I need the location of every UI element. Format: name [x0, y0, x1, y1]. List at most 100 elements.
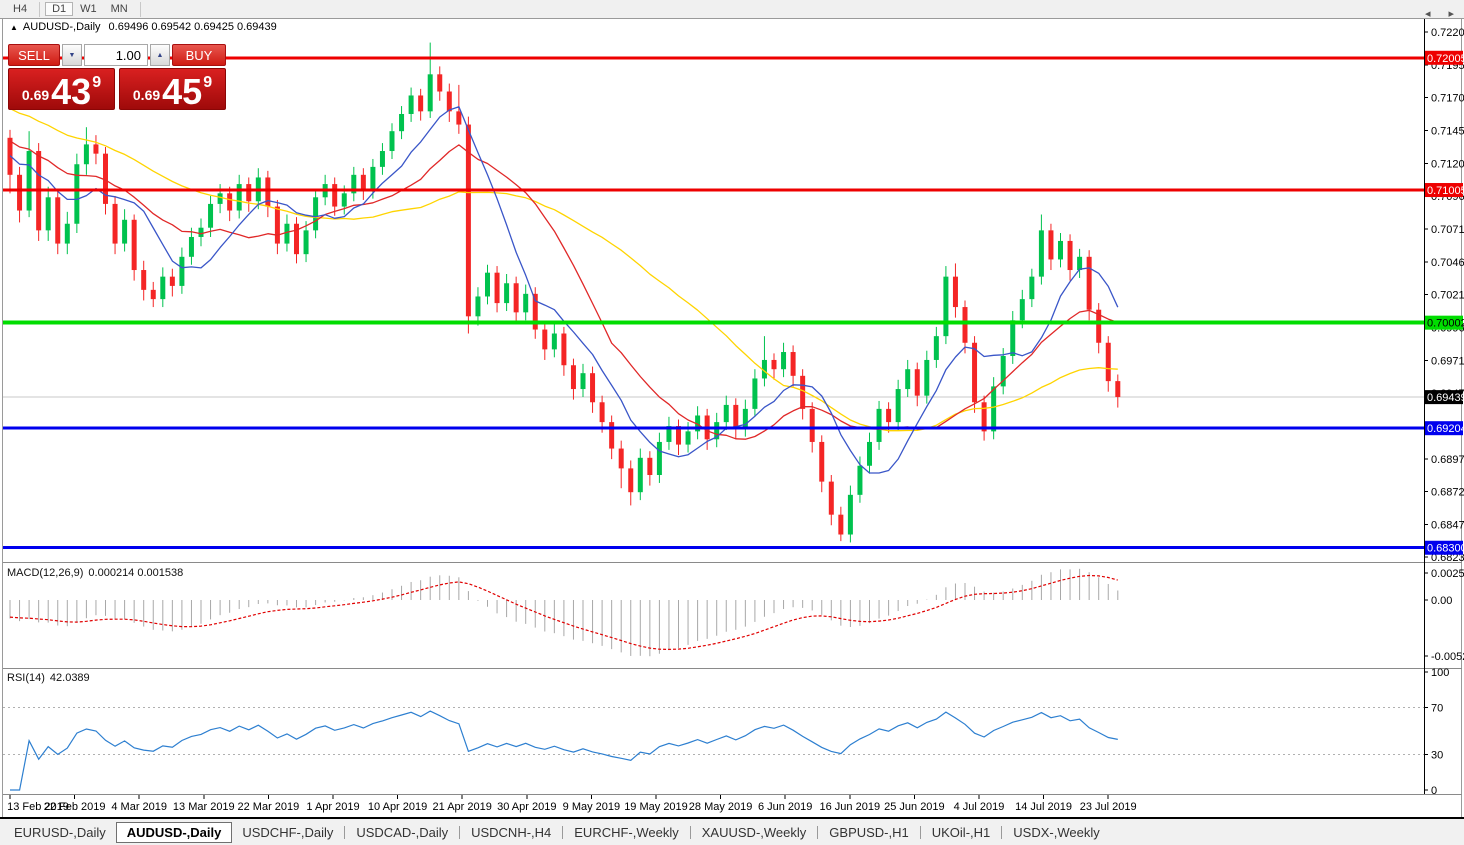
toolbar-separator — [39, 2, 40, 17]
macd-name: MACD(12,26,9) — [7, 567, 83, 579]
svg-text:100: 100 — [1431, 667, 1449, 679]
svg-text:0.70710: 0.70710 — [1431, 224, 1464, 236]
svg-text:21 Apr 2019: 21 Apr 2019 — [433, 801, 492, 813]
tab-separator — [817, 826, 818, 839]
svg-text:1 Apr 2019: 1 Apr 2019 — [306, 801, 359, 813]
chart-title: ▲ AUDUSD-,Daily 0.69496 0.69542 0.69425 0.… — [10, 21, 277, 33]
svg-text:22 Feb 2019: 22 Feb 2019 — [44, 801, 106, 813]
svg-text:6 Jun 2019: 6 Jun 2019 — [758, 801, 812, 813]
svg-text:22 Mar 2019: 22 Mar 2019 — [238, 801, 300, 813]
chart-tab-bar: EURUSD-,DailyAUDUSD-,DailyUSDCHF-,DailyU… — [0, 819, 1464, 845]
svg-text:0.68725: 0.68725 — [1431, 487, 1464, 499]
volume-input[interactable]: 1.00 — [84, 44, 148, 66]
price-chart-canvas[interactable]: 0.722000.719500.717050.714550.712050.709… — [0, 0, 1464, 845]
svg-text:14 Jul 2019: 14 Jul 2019 — [1015, 801, 1072, 813]
svg-text:0: 0 — [1431, 785, 1437, 797]
svg-text:0.71455: 0.71455 — [1431, 126, 1464, 138]
tab-usdcad-daily[interactable]: USDCAD-,Daily — [346, 822, 458, 843]
svg-text:-0.005234: -0.005234 — [1431, 651, 1464, 663]
sell-price-base: 0.69 — [22, 87, 49, 103]
buy-button[interactable]: BUY — [172, 44, 226, 66]
svg-text:28 May 2019: 28 May 2019 — [689, 801, 753, 813]
trade-order-row: SELL ▼ 1.00 ▲ BUY — [8, 44, 226, 66]
chevron-down-icon: ▼ — [69, 52, 76, 59]
svg-text:0.69439: 0.69439 — [1427, 392, 1464, 404]
tab-separator — [690, 826, 691, 839]
tab-ukoil-h1[interactable]: UKOil-,H1 — [922, 822, 1001, 843]
macd-values: 0.000214 0.001538 — [88, 567, 183, 579]
svg-text:10 Apr 2019: 10 Apr 2019 — [368, 801, 427, 813]
symbol-period-label: AUDUSD-,Daily — [23, 21, 101, 33]
tab-eurchf-weekly[interactable]: EURCHF-,Weekly — [564, 822, 689, 843]
svg-text:0.68475: 0.68475 — [1431, 520, 1464, 532]
tab-separator — [459, 826, 460, 839]
tab-separator — [920, 826, 921, 839]
svg-text:0.70215: 0.70215 — [1431, 289, 1464, 301]
timeframe-button-d1[interactable]: D1 — [45, 2, 73, 16]
timeframe-button-mn[interactable]: MN — [104, 2, 135, 16]
ohlc-values: 0.69496 0.69542 0.69425 0.69439 — [109, 21, 277, 33]
svg-text:30 Apr 2019: 30 Apr 2019 — [497, 801, 556, 813]
chevron-up-icon: ▲ — [157, 52, 164, 59]
buy-price-base: 0.69 — [133, 87, 160, 103]
chart-tabs: EURUSD-,DailyAUDUSD-,DailyUSDCHF-,DailyU… — [4, 822, 1110, 843]
rsi-indicator-label: RSI(14) 42.0389 — [7, 672, 90, 684]
sell-price-pips: 43 — [51, 77, 91, 107]
scroll-left-icon[interactable]: ◂ — [1425, 7, 1431, 20]
tab-xauusd-weekly[interactable]: XAUUSD-,Weekly — [692, 822, 817, 843]
svg-text:0.68300: 0.68300 — [1427, 543, 1464, 555]
tab-usdcnh-h4[interactable]: USDCNH-,H4 — [461, 822, 561, 843]
timeframe-toolbar: H4 D1W1MN — [0, 0, 1464, 18]
timeframe-button-w1[interactable]: W1 — [73, 2, 104, 16]
svg-text:0.71005: 0.71005 — [1427, 185, 1464, 197]
svg-text:23 Jul 2019: 23 Jul 2019 — [1080, 801, 1137, 813]
svg-text:0.71705: 0.71705 — [1431, 92, 1464, 104]
tab-separator — [344, 826, 345, 839]
buy-price-tile[interactable]: 0.69 45 9 — [119, 68, 226, 110]
tab-separator — [1001, 826, 1002, 839]
svg-text:13 Mar 2019: 13 Mar 2019 — [173, 801, 235, 813]
sell-price-tile[interactable]: 0.69 43 9 — [8, 68, 115, 110]
svg-text:70: 70 — [1431, 702, 1443, 714]
svg-text:9 May 2019: 9 May 2019 — [563, 801, 620, 813]
tab-separator — [562, 826, 563, 839]
svg-text:0.00: 0.00 — [1431, 595, 1452, 607]
buy-price-point: 9 — [203, 74, 212, 92]
macd-indicator-label: MACD(12,26,9) 0.000214 0.001538 — [7, 567, 183, 579]
timeframe-buttons: H4 D1W1MN — [6, 2, 146, 17]
svg-text:16 Jun 2019: 16 Jun 2019 — [820, 801, 881, 813]
one-click-trading-widget: SELL ▼ 1.00 ▲ BUY 0.69 43 9 0.69 45 9 — [8, 44, 226, 110]
tab-scroll-arrows: ◂ ▸ — [1425, 7, 1454, 20]
svg-text:30: 30 — [1431, 750, 1443, 762]
rsi-value: 42.0389 — [50, 672, 90, 684]
svg-text:25 Jun 2019: 25 Jun 2019 — [884, 801, 945, 813]
tab-eurusd-daily[interactable]: EURUSD-,Daily — [4, 822, 116, 843]
sell-price-point: 9 — [92, 74, 101, 92]
timeframe-button-h4[interactable]: H4 — [6, 2, 34, 16]
tab-usdchf-daily[interactable]: USDCHF-,Daily — [232, 822, 343, 843]
svg-text:0.72005: 0.72005 — [1427, 53, 1464, 65]
volume-increase-button[interactable]: ▲ — [150, 44, 170, 66]
sell-button[interactable]: SELL — [8, 44, 60, 66]
volume-decrease-button[interactable]: ▼ — [62, 44, 82, 66]
tab-audusd-daily[interactable]: AUDUSD-,Daily — [116, 822, 233, 843]
svg-text:0.69204: 0.69204 — [1427, 423, 1464, 435]
svg-text:0.002522: 0.002522 — [1431, 568, 1464, 580]
svg-text:4 Mar 2019: 4 Mar 2019 — [111, 801, 167, 813]
collapse-triangle-icon[interactable]: ▲ — [10, 23, 18, 32]
tab-gbpusd-h1[interactable]: GBPUSD-,H1 — [819, 822, 918, 843]
svg-text:0.71205: 0.71205 — [1431, 159, 1464, 171]
tab-usdx-weekly[interactable]: USDX-,Weekly — [1003, 822, 1109, 843]
scroll-right-icon[interactable]: ▸ — [1448, 7, 1454, 20]
toolbar-separator — [140, 2, 141, 17]
svg-text:0.70002: 0.70002 — [1427, 318, 1464, 330]
svg-text:0.72200: 0.72200 — [1431, 27, 1464, 39]
rsi-name: RSI(14) — [7, 672, 45, 684]
svg-text:0.70460: 0.70460 — [1431, 257, 1464, 269]
svg-text:4 Jul 2019: 4 Jul 2019 — [954, 801, 1005, 813]
trade-price-tiles: 0.69 43 9 0.69 45 9 — [8, 68, 226, 110]
svg-text:0.69715: 0.69715 — [1431, 356, 1464, 368]
svg-text:19 May 2019: 19 May 2019 — [624, 801, 688, 813]
buy-price-pips: 45 — [162, 77, 202, 107]
svg-text:0.68970: 0.68970 — [1431, 454, 1464, 466]
